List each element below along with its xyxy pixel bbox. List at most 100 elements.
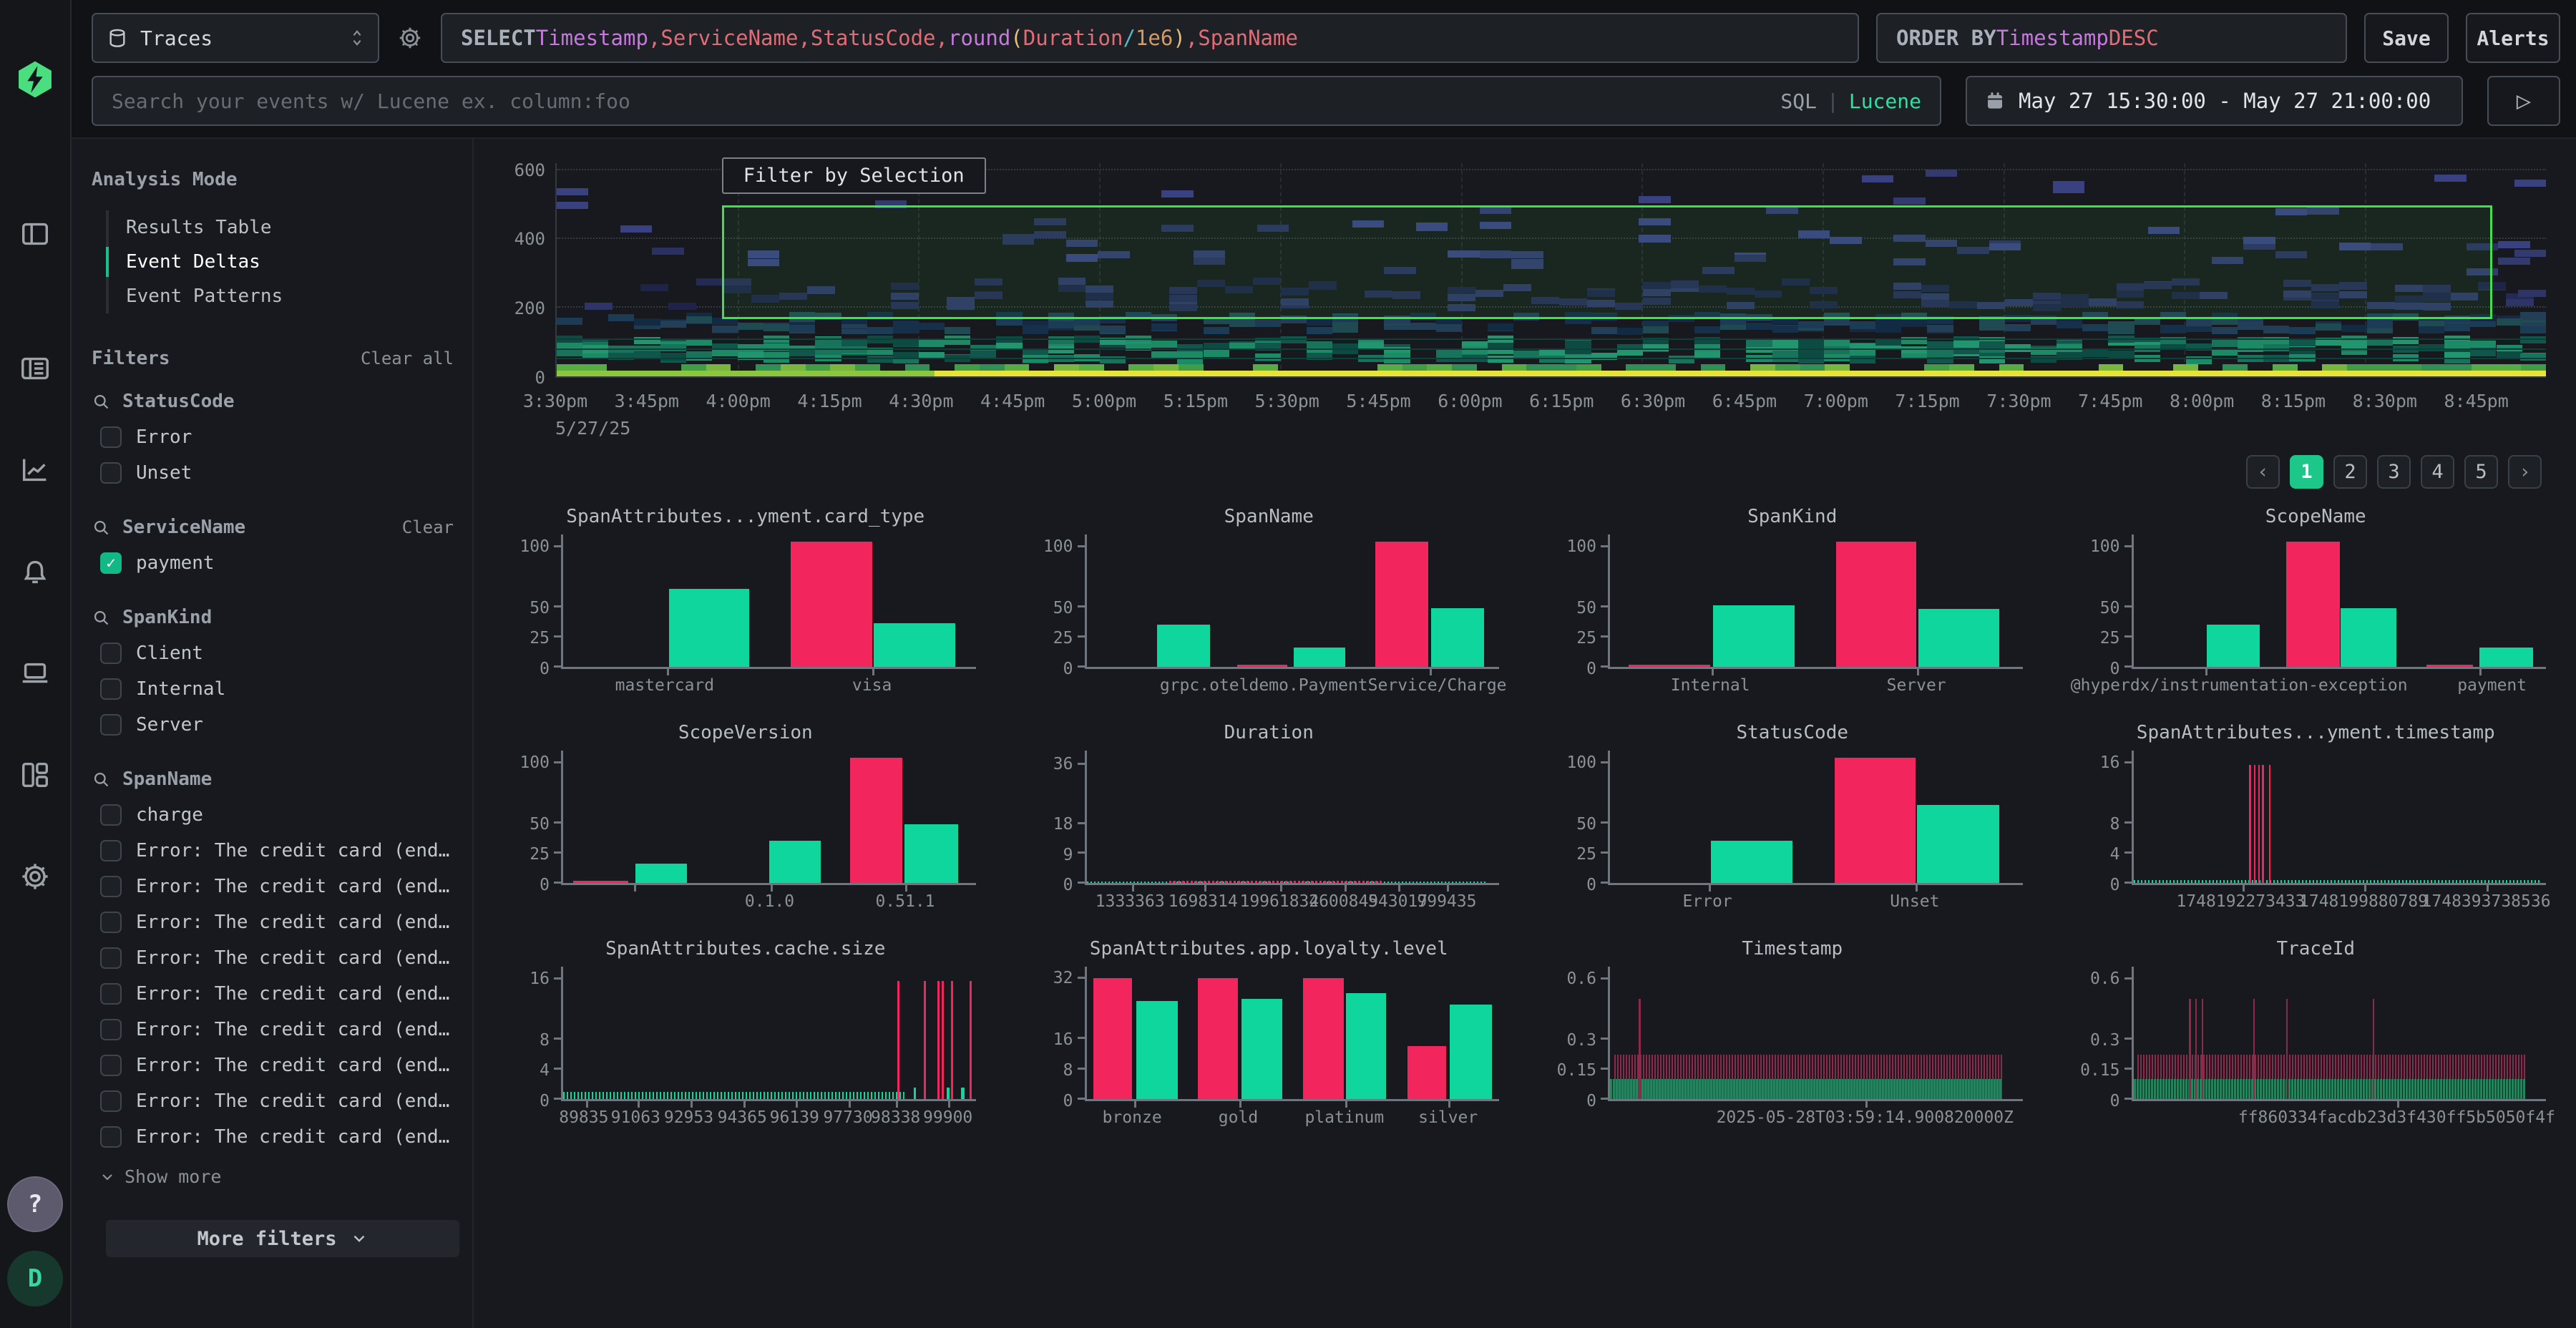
show-more-link[interactable]: Show more bbox=[99, 1166, 457, 1187]
chart-plot[interactable] bbox=[1608, 751, 2023, 885]
settings-gear-icon[interactable] bbox=[19, 860, 52, 893]
dashboards-icon[interactable] bbox=[19, 758, 52, 791]
filter-option[interactable]: Error: The credit card (end… bbox=[92, 947, 457, 969]
checkbox[interactable] bbox=[100, 714, 122, 736]
filter-option[interactable]: Internal bbox=[92, 678, 457, 700]
checkbox[interactable] bbox=[100, 462, 122, 484]
chart-plot[interactable] bbox=[2132, 967, 2547, 1101]
source-select[interactable]: Traces bbox=[92, 13, 379, 63]
chart-title: StatusCode bbox=[1562, 722, 2023, 746]
pagination-page-button[interactable]: 1 bbox=[2290, 455, 2323, 489]
time-range-picker[interactable]: May 27 15:30:00 - May 27 21:00:00 bbox=[1966, 76, 2463, 126]
heatmap-cell bbox=[2367, 321, 2393, 328]
checkbox[interactable] bbox=[100, 804, 122, 826]
checkbox[interactable] bbox=[100, 1126, 122, 1148]
checkbox[interactable] bbox=[100, 876, 122, 897]
filter-option[interactable]: Error: The credit card (end… bbox=[92, 1055, 457, 1076]
filter-option[interactable]: charge bbox=[92, 804, 457, 826]
y-tick-label: 100 bbox=[1566, 537, 1596, 556]
chart-plot[interactable] bbox=[1085, 534, 1500, 669]
y-tick-label: 25 bbox=[1053, 629, 1073, 648]
checkbox[interactable] bbox=[100, 912, 122, 933]
heatmap-cell bbox=[1651, 364, 1676, 371]
filter-option[interactable]: Client bbox=[92, 643, 457, 664]
avatar[interactable]: D bbox=[7, 1251, 63, 1307]
checkbox[interactable] bbox=[100, 1090, 122, 1112]
x-tick-mark bbox=[905, 883, 907, 892]
chart-explorer-icon[interactable] bbox=[19, 454, 52, 487]
chart-plot[interactable] bbox=[2132, 534, 2547, 669]
lang-toggle-lucene[interactable]: Lucene bbox=[1849, 89, 1921, 113]
chart-plot[interactable] bbox=[1608, 967, 2023, 1101]
pagination-page-button[interactable]: 5 bbox=[2464, 455, 2498, 489]
alerts-bell-icon[interactable] bbox=[19, 555, 52, 588]
chart-plot[interactable] bbox=[561, 534, 976, 669]
checkbox[interactable] bbox=[100, 1055, 122, 1076]
chart-plot[interactable] bbox=[561, 967, 976, 1101]
lang-toggle-sql[interactable]: SQL bbox=[1780, 89, 1817, 113]
filter-option[interactable]: Error: The credit card (end… bbox=[92, 912, 457, 933]
chart-bar bbox=[961, 1088, 965, 1099]
save-button[interactable]: Save bbox=[2364, 13, 2449, 63]
analysis-mode-item[interactable]: Results Table bbox=[109, 210, 457, 245]
filter-option[interactable]: Unset bbox=[92, 462, 457, 484]
filter-option[interactable]: Error: The credit card (end… bbox=[92, 983, 457, 1005]
help-button[interactable]: ? bbox=[7, 1176, 63, 1232]
calendar-icon bbox=[1984, 90, 2006, 112]
hyperdx-logo-icon[interactable] bbox=[14, 59, 56, 100]
filter-clear-link[interactable]: Clear bbox=[402, 517, 454, 537]
y-tick-mark bbox=[2124, 761, 2134, 763]
selection-rectangle[interactable] bbox=[722, 205, 2492, 319]
query-token: , bbox=[936, 26, 948, 50]
x-tick-mark bbox=[2479, 667, 2482, 675]
pagination-prev-button[interactable]: ‹ bbox=[2246, 455, 2280, 489]
alerts-button[interactable]: Alerts bbox=[2466, 13, 2560, 63]
filter-by-selection-tooltip[interactable]: Filter by Selection bbox=[722, 157, 986, 194]
filter-option[interactable]: Error bbox=[92, 426, 457, 448]
heatmap-x-tick-label: 5:15pm bbox=[1163, 391, 1228, 411]
order-by-input[interactable]: ORDER BY Timestamp DESC bbox=[1876, 13, 2347, 63]
search-input[interactable]: Search your events w/ Lucene ex. column:… bbox=[92, 76, 1941, 126]
checkbox[interactable] bbox=[100, 1019, 122, 1040]
pagination-page-button[interactable]: 2 bbox=[2333, 455, 2367, 489]
pagination-next-button[interactable]: › bbox=[2508, 455, 2542, 489]
checkbox[interactable]: ✓ bbox=[100, 552, 122, 574]
chart-plot[interactable] bbox=[1608, 534, 2023, 669]
pagination-page-button[interactable]: 4 bbox=[2421, 455, 2454, 489]
filter-option[interactable]: Server bbox=[92, 714, 457, 736]
heatmap-cell bbox=[1591, 327, 1617, 334]
chart-plot[interactable] bbox=[561, 751, 976, 885]
checkbox[interactable] bbox=[100, 426, 122, 448]
run-query-button[interactable]: ▷ bbox=[2487, 76, 2560, 126]
events-heatmap[interactable]: Filter by Selection bbox=[555, 163, 2546, 378]
analysis-mode-item[interactable]: Event Deltas bbox=[109, 245, 457, 279]
chart-plot[interactable] bbox=[1085, 967, 1500, 1101]
source-settings-gear-icon[interactable] bbox=[396, 13, 424, 63]
checkbox[interactable] bbox=[100, 983, 122, 1005]
more-filters-button[interactable]: More filters bbox=[106, 1220, 459, 1257]
heatmap-x-tick-label: 5:30pm bbox=[1255, 391, 1319, 411]
filter-option[interactable]: Error: The credit card (end… bbox=[92, 1126, 457, 1148]
filter-option[interactable]: Error: The credit card (end… bbox=[92, 876, 457, 897]
checkbox[interactable] bbox=[100, 840, 122, 861]
filter-option[interactable]: Error: The credit card (end… bbox=[92, 1019, 457, 1040]
y-tick-label: 4 bbox=[2110, 845, 2120, 864]
chart-plot[interactable] bbox=[2132, 751, 2547, 885]
filter-option[interactable]: ✓payment bbox=[92, 552, 457, 574]
chart-plot[interactable] bbox=[1085, 751, 1500, 885]
panel-toggle-icon[interactable] bbox=[19, 218, 52, 250]
pagination-page-button[interactable]: 3 bbox=[2377, 455, 2411, 489]
analysis-mode-item[interactable]: Event Patterns bbox=[109, 279, 457, 313]
search-logs-icon[interactable] bbox=[19, 352, 52, 385]
checkbox[interactable] bbox=[100, 947, 122, 969]
mini-chart-scope_name: ScopeName02550100@hyperdx/instrumentatio… bbox=[2086, 506, 2547, 698]
filter-option[interactable]: Error: The credit card (end… bbox=[92, 1090, 457, 1112]
select-query-input[interactable]: SELECT Timestamp,ServiceName,StatusCode,… bbox=[441, 13, 1859, 63]
checkbox[interactable] bbox=[100, 643, 122, 664]
client-sessions-icon[interactable] bbox=[19, 657, 52, 690]
checkbox[interactable] bbox=[100, 678, 122, 700]
x-tick-mark bbox=[796, 1099, 798, 1108]
filter-option[interactable]: Error: The credit card (end… bbox=[92, 840, 457, 861]
clear-all-link[interactable]: Clear all bbox=[361, 348, 454, 368]
y-tick-label: 0 bbox=[2110, 876, 2120, 894]
